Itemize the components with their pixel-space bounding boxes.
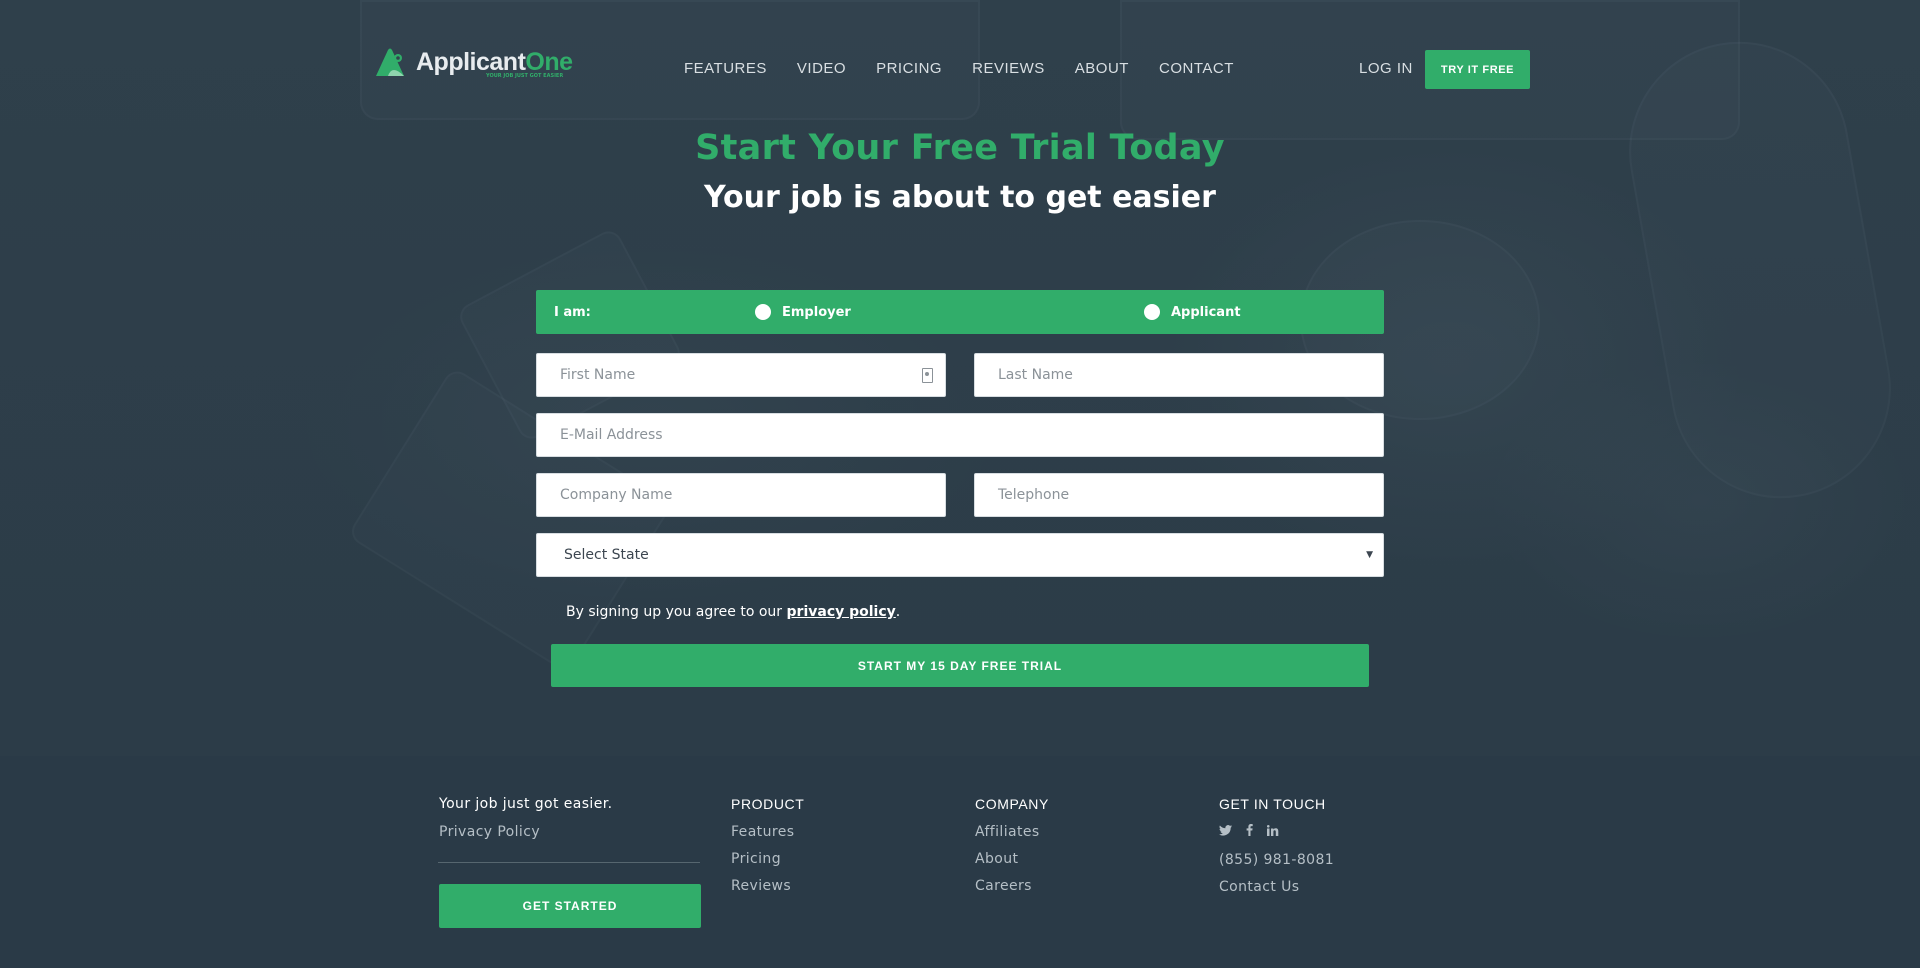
footer-company-column: COMPANY Affiliates About Careers: [975, 796, 1049, 905]
footer-company-heading: COMPANY: [975, 796, 1049, 812]
footer: [0, 756, 1920, 968]
linkedin-icon[interactable]: [1266, 824, 1279, 840]
last-name-placeholder: Last Name: [998, 367, 1073, 383]
footer-tagline: Your job just got easier.: [439, 796, 613, 812]
logo-text-one: One: [525, 47, 573, 76]
footer-divider: [438, 862, 700, 863]
login-link[interactable]: LOG IN: [1359, 60, 1413, 77]
nav-about[interactable]: ABOUT: [1075, 60, 1129, 77]
footer-privacy-link[interactable]: Privacy Policy: [439, 824, 612, 840]
chevron-down-icon: ▼: [1366, 550, 1373, 560]
footer-link-affiliates[interactable]: Affiliates: [975, 824, 1049, 840]
footer-link-features[interactable]: Features: [731, 824, 804, 840]
background-person-shape: [1611, 24, 1909, 516]
footer-link-about[interactable]: About: [975, 851, 1049, 867]
contact-card-icon[interactable]: [922, 368, 933, 383]
privacy-policy-link[interactable]: privacy policy: [787, 604, 896, 620]
try-it-free-button[interactable]: TRY IT FREE: [1425, 50, 1530, 89]
nav-contact[interactable]: CONTACT: [1159, 60, 1234, 77]
nav-pricing[interactable]: PRICING: [876, 60, 942, 77]
get-started-button[interactable]: GET STARTED: [439, 884, 701, 928]
applicantone-logo[interactable]: ApplicantOne YOUR JOB JUST GOT EASIER: [374, 46, 573, 79]
applicant-radio[interactable]: Applicant: [1144, 304, 1241, 320]
nav-features[interactable]: FEATURES: [684, 60, 767, 77]
footer-brand-column: Your job just got easier. Privacy Policy: [439, 796, 612, 851]
footer-contact-us-link[interactable]: Contact Us: [1219, 879, 1334, 895]
state-select[interactable]: Select State ▼: [536, 533, 1384, 577]
twitter-icon[interactable]: [1219, 824, 1232, 840]
terms-text: By signing up you agree to our: [566, 604, 787, 620]
nav-video[interactable]: VIDEO: [797, 60, 846, 77]
logo-mark-icon: [374, 46, 410, 78]
email-field[interactable]: E-Mail Address: [536, 413, 1384, 457]
state-select-value: Select State: [564, 547, 649, 563]
footer-product-heading: PRODUCT: [731, 796, 805, 812]
facebook-icon[interactable]: [1246, 824, 1253, 840]
role-selector-bar: I am: Employer Applicant: [536, 290, 1384, 334]
terms-suffix: .: [895, 604, 901, 620]
terms-notice: By signing up you agree to our privacy p…: [566, 604, 900, 620]
signup-form: I am: Employer Applicant First Name Last…: [536, 290, 1384, 687]
background-phone-shape: [455, 226, 685, 444]
start-free-trial-button[interactable]: START MY 15 DAY FREE TRIAL: [551, 644, 1369, 687]
page-subtitle: Your job is about to get easier: [704, 180, 1216, 215]
applicant-radio-dot[interactable]: [1144, 304, 1160, 320]
footer-product-column: PRODUCT Features Pricing Reviews: [731, 796, 804, 905]
company-name-field[interactable]: Company Name: [536, 473, 946, 517]
social-links: [1219, 824, 1334, 840]
logo-text-applicant: Applicant: [416, 47, 526, 76]
logo-tagline: YOUR JOB JUST GOT EASIER: [486, 73, 564, 79]
main-nav: FEATURES VIDEO PRICING REVIEWS ABOUT CON…: [684, 60, 1264, 77]
hero-background: [0, 0, 1920, 756]
footer-link-reviews[interactable]: Reviews: [731, 878, 804, 894]
applicant-radio-label: Applicant: [1171, 304, 1241, 320]
footer-contact-heading: GET IN TOUCH: [1219, 796, 1326, 812]
telephone-placeholder: Telephone: [998, 487, 1070, 503]
employer-radio-dot[interactable]: [755, 304, 771, 320]
first-name-placeholder: First Name: [560, 367, 636, 383]
footer-contact-column: GET IN TOUCH (855) 981-8081 Contact Us: [1219, 796, 1334, 906]
nav-reviews[interactable]: REVIEWS: [972, 60, 1045, 77]
last-name-field[interactable]: Last Name: [974, 353, 1384, 397]
employer-radio-label: Employer: [782, 304, 851, 320]
page-title: Start Your Free Trial Today: [695, 128, 1225, 168]
footer-link-pricing[interactable]: Pricing: [731, 851, 804, 867]
telephone-field[interactable]: Telephone: [974, 473, 1384, 517]
company-name-placeholder: Company Name: [560, 487, 673, 503]
employer-radio[interactable]: Employer: [755, 304, 851, 320]
role-label: I am:: [554, 304, 591, 320]
footer-phone[interactable]: (855) 981-8081: [1219, 852, 1334, 868]
email-placeholder: E-Mail Address: [560, 427, 663, 443]
first-name-field[interactable]: First Name: [536, 353, 946, 397]
footer-link-careers[interactable]: Careers: [975, 878, 1049, 894]
